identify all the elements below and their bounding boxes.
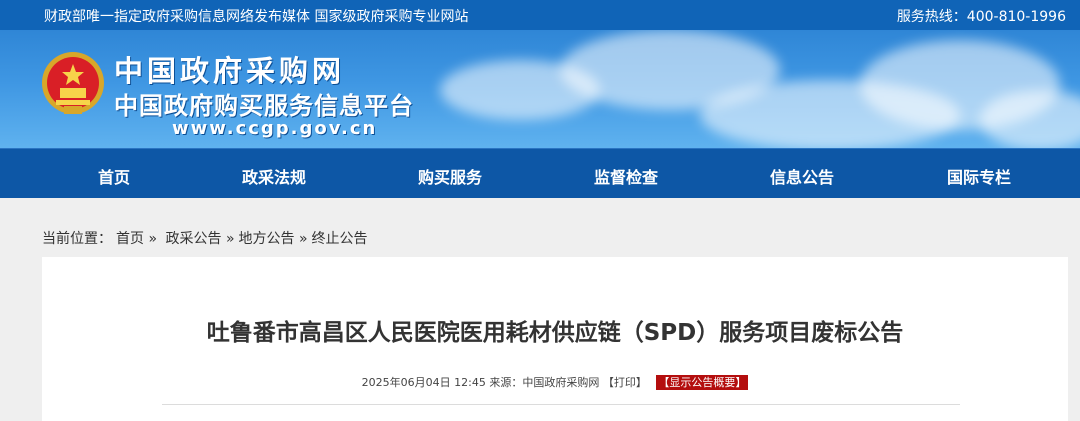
breadcrumb-termination-notices[interactable]: 终止公告 [312, 231, 368, 247]
cloud-decoration [980, 90, 1080, 148]
breadcrumb-local-notices[interactable]: 地方公告 [239, 231, 295, 247]
breadcrumb: 当前位置： 首页 » 政采公告 » 地方公告 » 终止公告 [42, 228, 368, 248]
article-source: 来源：中国政府采购网 [489, 376, 600, 389]
national-emblem-icon [42, 52, 104, 114]
article-title: 吐鲁番市高昌区人民医院医用耗材供应链（SPD）服务项目废标公告 [206, 320, 904, 346]
nav-item-supervision[interactable]: 监督检查 [594, 164, 658, 188]
site-tagline: 财政部唯一指定政府采购信息网络发布媒体 国家级政府采购专业网站 [44, 9, 469, 25]
nav-item-regulations[interactable]: 政采法规 [242, 164, 306, 188]
breadcrumb-separator: » [225, 231, 235, 247]
breadcrumb-home[interactable]: 首页 [116, 231, 144, 247]
site-url: www.ccgp.gov.cn [172, 118, 378, 139]
article-panel: 吐鲁番市高昌区人民医院医用耗材供应链（SPD）服务项目废标公告 2025年06月… [42, 257, 1068, 421]
site-subtitle: 中国政府购买服务信息平台 [114, 92, 414, 120]
breadcrumb-separator: » [298, 231, 308, 247]
top-info-bar: 财政部唯一指定政府采购信息网络发布媒体 国家级政府采购专业网站 服务热线：400… [0, 0, 1080, 30]
breadcrumb-prefix: 当前位置： [42, 231, 112, 247]
nav-item-purchase-services[interactable]: 购买服务 [418, 164, 482, 188]
nav-item-announcements[interactable]: 信息公告 [770, 164, 834, 188]
nav-item-international[interactable]: 国际专栏 [947, 164, 1011, 188]
divider [162, 404, 960, 405]
show-summary-button[interactable]: 【显示公告概要】 [656, 375, 749, 390]
main-nav: 首页 政采法规 购买服务 监督检查 信息公告 国际专栏 [0, 148, 1080, 198]
nav-item-home[interactable]: 首页 [98, 164, 130, 188]
header-banner: 中国政府采购网 中国政府购买服务信息平台 www.ccgp.gov.cn [0, 30, 1080, 148]
breadcrumb-procurement-notices[interactable]: 政采公告 [165, 231, 221, 247]
site-name: 中国政府采购网 [114, 54, 346, 88]
article-datetime: 2025年06月04日 12:45 [361, 376, 486, 389]
article-meta: 2025年06月04日 12:45 来源：中国政府采购网 【打印】 【显示公告概… [42, 374, 1068, 390]
print-link[interactable]: 【打印】 [603, 376, 647, 389]
breadcrumb-separator: » [148, 231, 158, 247]
service-hotline: 服务热线：400-810-1996 [896, 9, 1066, 25]
